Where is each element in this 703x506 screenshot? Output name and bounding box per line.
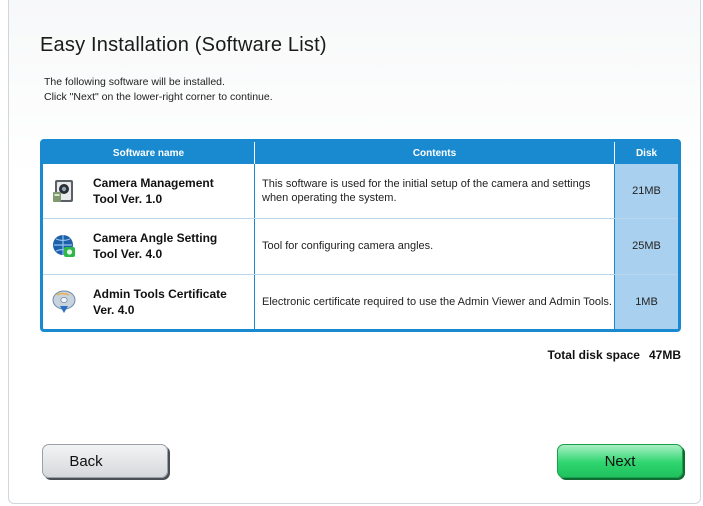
software-name-line2: Tool Ver. 1.0 bbox=[93, 192, 163, 207]
back-button[interactable]: Back bbox=[42, 444, 168, 478]
instruction-line-2: Click "Next" on the lower-right corner t… bbox=[44, 91, 273, 103]
table-header-row: Software name Contents Disk bbox=[43, 142, 678, 164]
software-contents: Electronic certificate required to use t… bbox=[254, 274, 615, 329]
next-button[interactable]: Next bbox=[557, 444, 683, 478]
software-contents: This software is used for the initial se… bbox=[254, 164, 615, 220]
software-disk-size: 21MB bbox=[614, 164, 678, 220]
camera-angle-globe-icon bbox=[53, 235, 75, 258]
software-disk-size: 1MB bbox=[614, 274, 678, 329]
certificate-disc-icon bbox=[52, 290, 76, 313]
header-software-name: Software name bbox=[43, 142, 255, 164]
total-disk-space: Total disk space 47MB bbox=[548, 348, 682, 362]
software-contents: Tool for configuring camera angles. bbox=[254, 218, 615, 275]
software-list-table: Software name Contents Disk Camera Manag… bbox=[40, 139, 681, 332]
software-disk-size: 25MB bbox=[614, 218, 678, 275]
instructions: The following software will be installed… bbox=[44, 75, 273, 105]
table-row: Admin Tools Certificate Ver. 4.0 Electro… bbox=[43, 274, 678, 329]
total-disk-space-label: Total disk space bbox=[547, 348, 640, 362]
software-name-line1: Camera Angle Setting bbox=[93, 231, 218, 246]
software-name-line2: Ver. 4.0 bbox=[93, 302, 135, 317]
table-row: Camera Management Tool Ver. 1.0 This sof… bbox=[43, 164, 678, 220]
next-button-label: Next bbox=[604, 452, 636, 470]
header-contents: Contents bbox=[254, 142, 615, 164]
instruction-line-1: The following software will be installed… bbox=[44, 76, 225, 88]
back-button-label: Back bbox=[69, 452, 103, 470]
table-row: Camera Angle Setting Tool Ver. 4.0 Tool … bbox=[43, 218, 678, 275]
camera-management-icon bbox=[53, 180, 73, 203]
header-disk: Disk bbox=[614, 142, 678, 164]
software-name-line1: Admin Tools Certificate bbox=[93, 286, 227, 301]
total-disk-space-value: 47MB bbox=[648, 348, 681, 362]
software-name-line2: Tool Ver. 4.0 bbox=[93, 247, 163, 262]
software-name-line1: Camera Management bbox=[93, 176, 214, 191]
page-title: Easy Installation (Software List) bbox=[40, 34, 327, 56]
